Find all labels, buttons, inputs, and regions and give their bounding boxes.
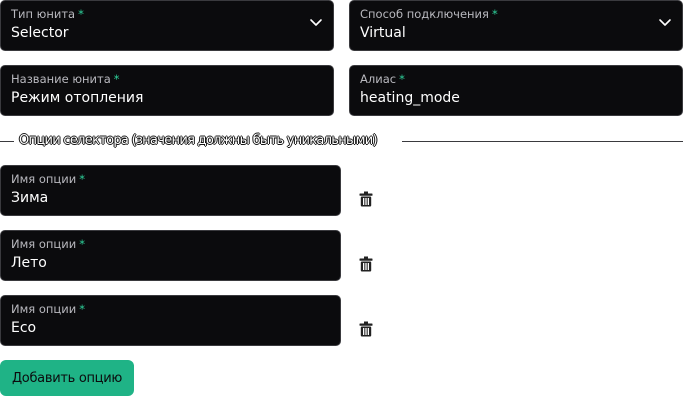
unit-name-input[interactable]: Название юнита * Режим отопления — [0, 65, 334, 116]
connection-select[interactable]: Способ подключения * Virtual — [349, 0, 683, 51]
required-mark: * — [78, 7, 84, 21]
option-name-label: Имя опции * — [11, 237, 85, 251]
chevron-down-icon — [310, 19, 322, 26]
unit-type-select[interactable]: Тип юнита * Selector — [0, 0, 334, 51]
option-name-value: Eco — [11, 320, 37, 336]
unit-name-label: Название юнита * — [11, 72, 120, 86]
connection-label: Способ подключения * — [360, 7, 498, 21]
trash-icon[interactable] — [359, 256, 373, 272]
divider-line-right — [402, 141, 683, 142]
required-mark: * — [491, 7, 498, 21]
option-name-input-3[interactable]: Имя опции * Eco — [0, 295, 341, 346]
option-name-label: Имя опции * — [11, 172, 85, 186]
option-name-label: Имя опции * — [11, 302, 85, 316]
alias-input[interactable]: Алиас * heating_mode — [349, 65, 683, 116]
unit-name-value: Режим отопления — [11, 90, 144, 106]
required-mark: * — [113, 72, 120, 86]
option-name-input-2[interactable]: Имя опции * Лето — [0, 230, 341, 281]
required-mark: * — [399, 72, 405, 86]
alias-label: Алиас * — [360, 72, 405, 86]
required-mark: * — [79, 302, 85, 316]
trash-icon[interactable] — [359, 191, 373, 207]
alias-value: heating_mode — [360, 90, 460, 106]
option-name-value: Лето — [11, 255, 47, 271]
required-mark: * — [79, 172, 85, 186]
chevron-down-icon — [659, 19, 671, 26]
option-name-value: Зима — [11, 190, 49, 206]
divider-line-left — [0, 141, 14, 142]
option-name-input-1[interactable]: Имя опции * Зима — [0, 165, 341, 216]
options-section-title: Опции селектора (значения должны быть ун… — [19, 133, 378, 148]
add-option-button[interactable]: Добавить опцию — [0, 360, 134, 396]
unit-type-label: Тип юнита * — [11, 7, 84, 21]
connection-value: Virtual — [360, 25, 406, 41]
unit-type-value: Selector — [11, 25, 69, 41]
required-mark: * — [79, 237, 85, 251]
trash-icon[interactable] — [359, 321, 373, 337]
options-section-divider: Опции селектора (значения должны быть ун… — [0, 130, 683, 152]
